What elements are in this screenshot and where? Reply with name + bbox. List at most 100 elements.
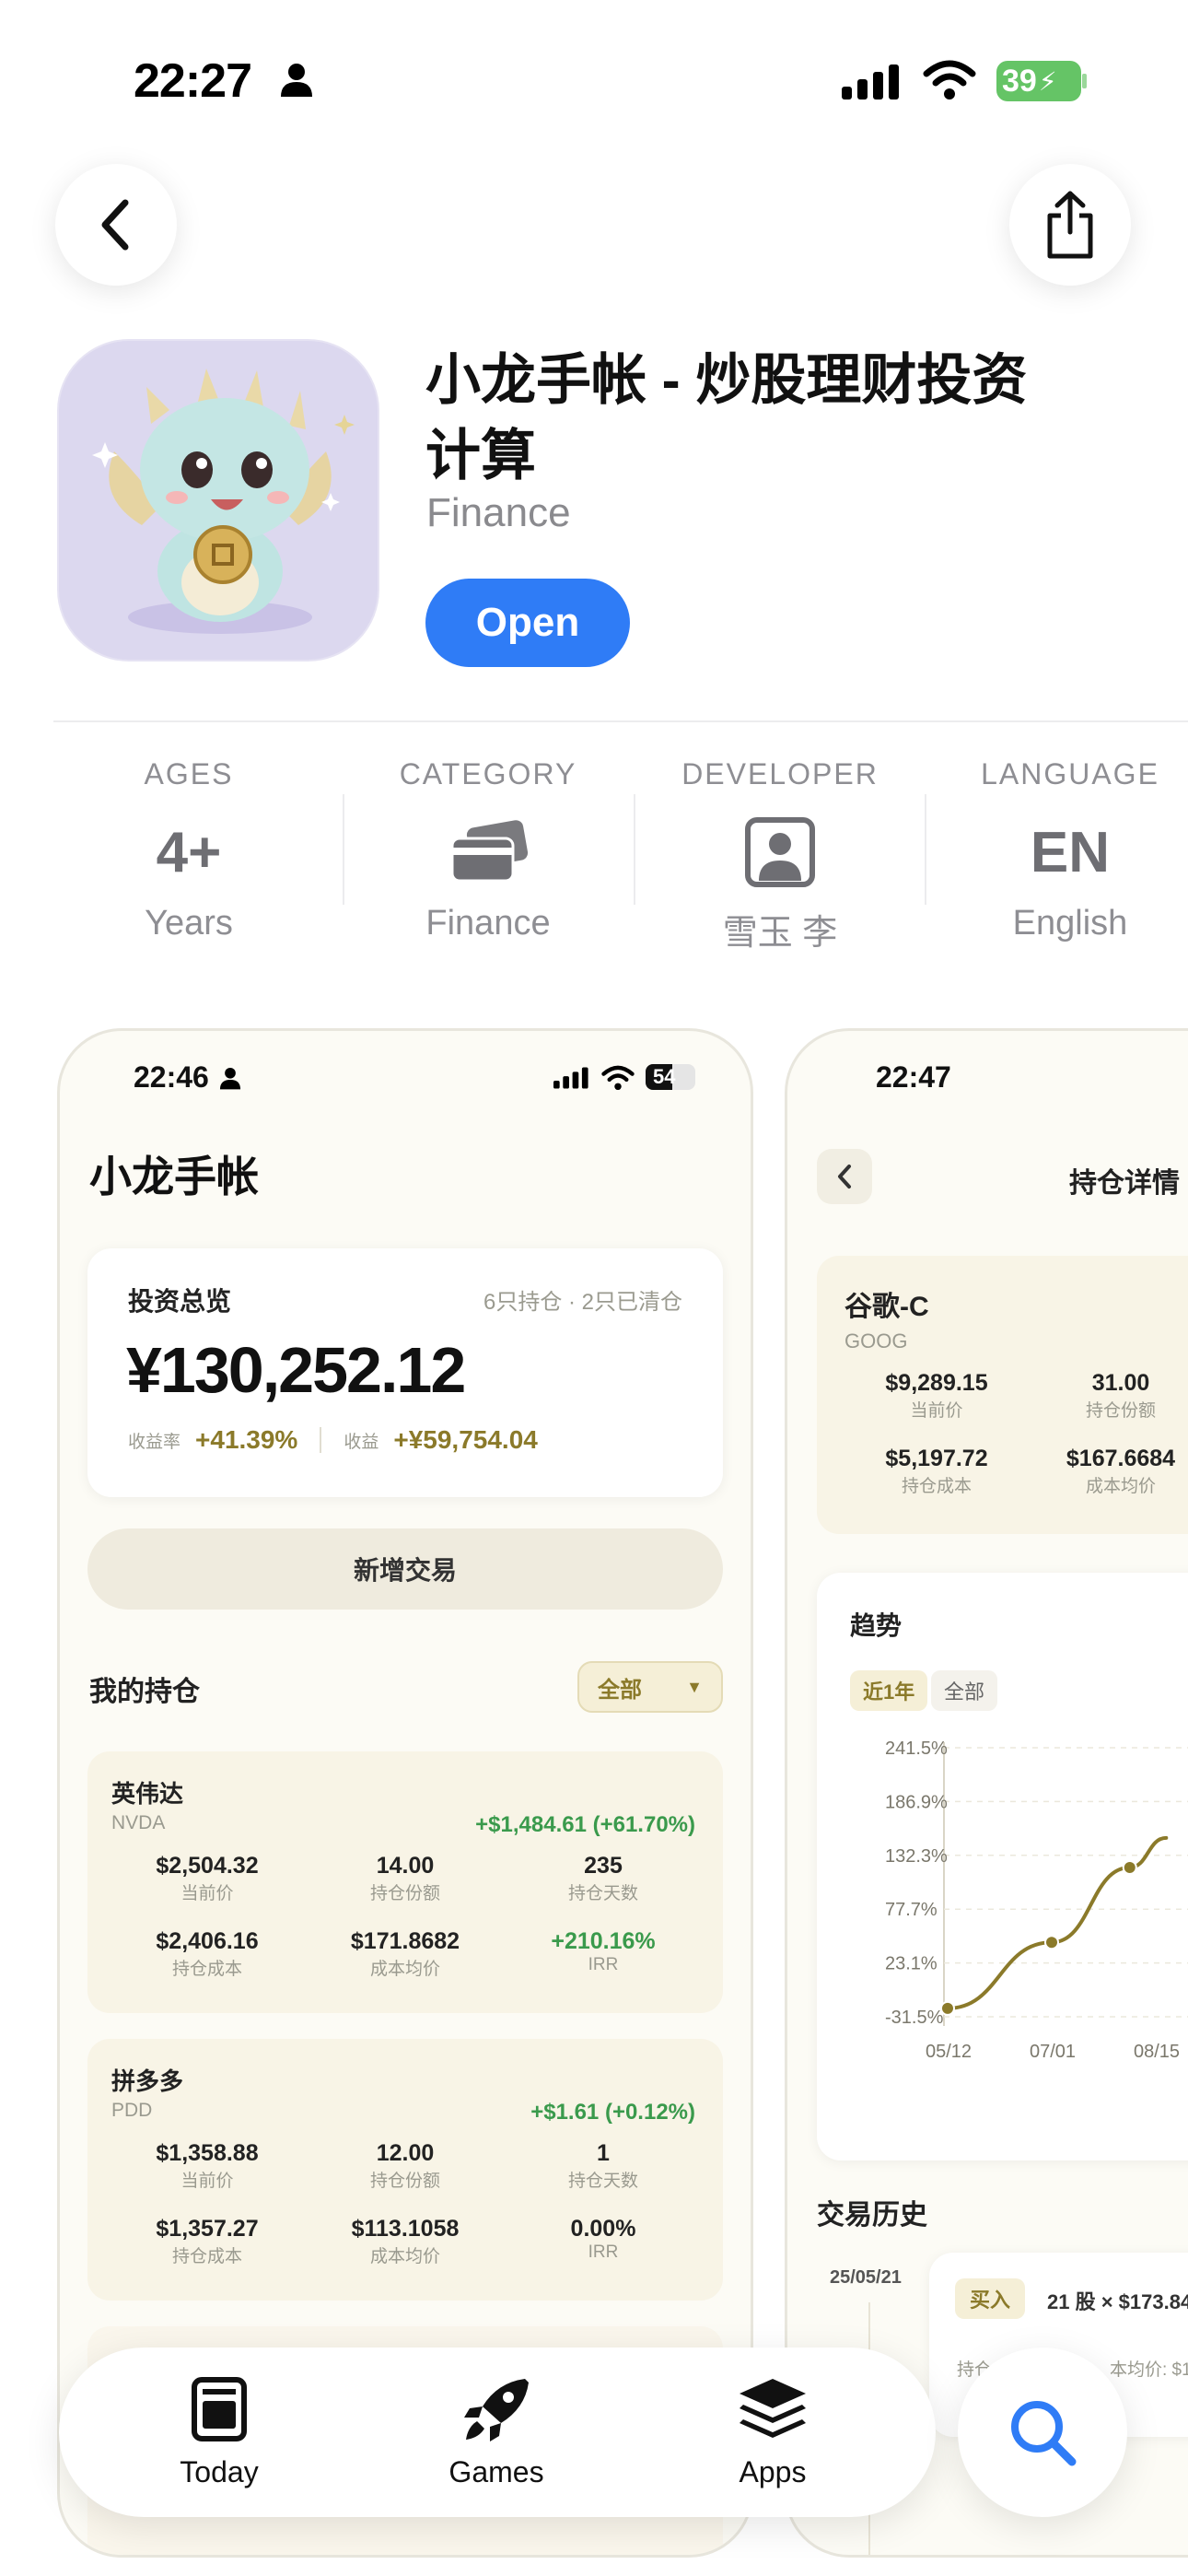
today-icon (192, 2377, 247, 2441)
ages-heading: AGES (144, 757, 234, 790)
stat-cell: $2,504.32 当前价 (156, 1853, 259, 1903)
holdings-title: 我的持仓 (89, 1677, 200, 1707)
developer-sub: 雪玉 李 (722, 914, 838, 953)
holding-code: NVDA (111, 1812, 166, 1833)
y-tick-label: 132.3% (885, 1846, 948, 1867)
app-icon (57, 339, 379, 662)
tab-apps-label: Apps (739, 2455, 807, 2488)
tab-today[interactable]: Today (127, 2375, 311, 2489)
s2-back-button[interactable] (817, 1149, 872, 1204)
x-tick-label: 05/12 (926, 2042, 972, 2062)
add-trade-button[interactable]: 新增交易 (87, 1528, 723, 1610)
history-detail: 21 股 × $173.84 (1047, 2290, 1188, 2313)
s1-title: 小龙手帐 (89, 1153, 259, 1200)
stock-card: 谷歌-C GOOG $9,289.15 当前价 31.00 持仓份额 $5,197.… (817, 1256, 1188, 1534)
overview-card: 投资总览 6只持仓 · 2只已清仓 ¥130,252.12 收益率 +41.39… (87, 1248, 723, 1497)
holding-card[interactable]: 英伟达 NVDA +$1,484.61 (+61.70%) $2,504.32 当… (87, 1751, 723, 2013)
signal-icon (842, 64, 899, 100)
stat-cell: $1,357.27 持仓成本 (156, 2216, 259, 2266)
holding-code: PDD (111, 2100, 153, 2121)
history-title: 交易历史 (817, 2200, 927, 2231)
screenshot-2[interactable]: 22:47 持仓详情 谷歌-C GOOG $9,289.15 当前价 31.00 持… (785, 1028, 1188, 2558)
history-date: 25/05/21 (830, 2267, 902, 2288)
buy-badge: 买入 (955, 2278, 1026, 2319)
stat-cell: 31.00 持仓份额 (1085, 1370, 1156, 1421)
tab-all[interactable]: 全部 (931, 1670, 998, 1711)
info-language: LANGUAGE EN English (932, 757, 1188, 943)
search-button[interactable] (958, 2348, 1127, 2517)
stat-cell: 12.00 持仓份额 (369, 2140, 440, 2191)
rocket-icon (464, 2379, 529, 2441)
data-point (1044, 1935, 1059, 1950)
tab-bar: Today Games Apps (59, 2348, 936, 2517)
y-tick-label: 77.7% (885, 1900, 938, 1920)
y-tick-label: 23.1% (885, 1954, 938, 1974)
holding-name: 英伟达 (111, 1780, 184, 1808)
charging-icon: ⚡ (1038, 66, 1057, 96)
stat-cell: $5,197.72 持仓成本 (885, 1446, 988, 1496)
tab-apps[interactable]: Apps (681, 2375, 865, 2489)
profit-label: 收益 (344, 1432, 379, 1452)
signal-icon (553, 1067, 588, 1089)
chevron-down-icon: ▼ (686, 1677, 703, 1696)
info-ages: AGES 4+ Years (51, 757, 327, 943)
info-separator (634, 794, 635, 905)
open-button[interactable]: Open (425, 579, 630, 667)
language-value: EN (1030, 820, 1111, 884)
holding-change: +$1,484.61 (+61.70%) (475, 1812, 695, 1837)
s2-time: 22:47 (876, 1060, 951, 1094)
stat-cell: $1,358.88 当前价 (156, 2140, 259, 2191)
s1-time: 22:46 (134, 1060, 209, 1094)
separator (320, 1427, 322, 1453)
stock-code: GOOG (844, 1329, 908, 1352)
tab-games-label: Games (448, 2455, 544, 2488)
stat-cell: 1 持仓天数 (567, 2140, 638, 2191)
chevron-left-icon (838, 1165, 851, 1188)
tab-1y[interactable]: 近1年 (850, 1670, 928, 1711)
holding-change: +$1.61 (+0.12%) (530, 2100, 695, 2125)
y-tick-label: 241.5% (885, 1739, 948, 1759)
cards-icon (450, 820, 529, 883)
developer-avatar-icon (745, 817, 815, 887)
person-icon (281, 64, 312, 97)
info-separator (343, 794, 344, 905)
ages-sub: Years (145, 904, 233, 943)
search-icon (1011, 2401, 1077, 2466)
wifi-icon (601, 1065, 635, 1091)
data-point (1122, 1859, 1137, 1875)
screenshot-1[interactable]: 22:46 54 小龙手帐 投资总览 6只持仓 · 2只已清仓 ¥130,252… (57, 1028, 753, 2558)
stat-cell: 235 持仓天数 (567, 1853, 638, 1903)
chevron-left-icon (101, 199, 129, 251)
share-icon (1047, 191, 1093, 259)
info-developer[interactable]: DEVELOPER 雪玉 李 (642, 757, 918, 954)
s2-title: 持仓详情 (1069, 1168, 1180, 1199)
person-icon (219, 1067, 241, 1090)
stat-cell: 14.00 持仓份额 (369, 1853, 440, 1903)
battery-level: 39 (1002, 63, 1037, 99)
dragon-mascot-icon (92, 369, 355, 634)
stat-cell: 0.00% IRR (570, 2216, 636, 2262)
trend-card: 趋势 近1年 全部 241.5% 186.9% 132.3% 77.7% 23.1% -3… (817, 1573, 1188, 2160)
overview-meta: 6只持仓 · 2只已清仓 (483, 1290, 682, 1315)
share-button[interactable] (1009, 164, 1131, 286)
tab-today-label: Today (180, 2455, 259, 2488)
x-tick-label: 08/15 (1134, 2042, 1180, 2062)
back-button[interactable] (55, 164, 177, 286)
rate-label: 收益率 (128, 1432, 181, 1452)
info-separator (925, 794, 926, 905)
stock-name: 谷歌-C (844, 1292, 929, 1322)
info-category[interactable]: CATEGORY Finance (350, 757, 626, 943)
holding-card[interactable]: 拼多多 PDD +$1.61 (+0.12%) $1,358.88 当前价 12.… (87, 2039, 723, 2301)
tab-games[interactable]: Games (404, 2375, 588, 2489)
app-category[interactable]: Finance (426, 490, 571, 536)
status-time: 22:27 (134, 54, 252, 108)
divider (53, 720, 1188, 722)
filter-dropdown[interactable]: 全部 ▼ (577, 1661, 723, 1713)
overview-title: 投资总览 (128, 1287, 232, 1316)
stat-cell: $9,289.15 当前价 (885, 1370, 988, 1421)
y-tick-label: -31.5% (885, 2008, 944, 2028)
add-trade-label: 新增交易 (353, 1556, 457, 1585)
stat-cell: $171.8682 成本均价 (350, 1928, 460, 1979)
stat-cell: $2,406.16 持仓成本 (156, 1928, 259, 1979)
x-tick-label: 07/01 (1030, 2042, 1076, 2062)
